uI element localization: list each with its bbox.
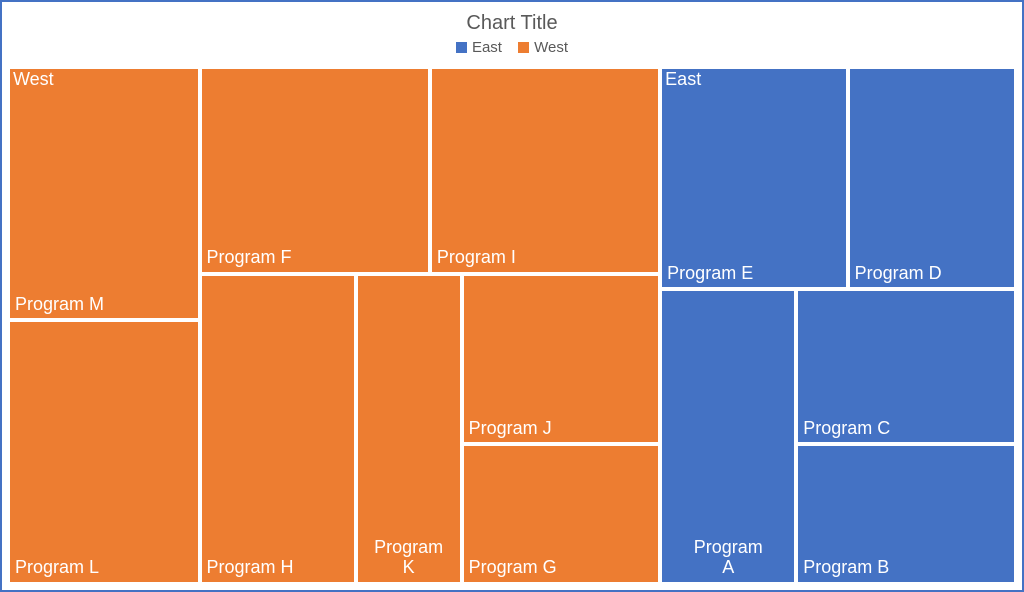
tile-program-i: Program I xyxy=(430,67,660,274)
legend-swatch-east xyxy=(456,42,467,53)
tile-program-c: Program C xyxy=(796,289,1016,444)
tile-label-program-b: Program B xyxy=(803,558,889,578)
treemap-chart: Chart Title East West West East Program … xyxy=(0,0,1024,592)
tile-label-program-a: Program A xyxy=(662,538,794,578)
tile-label-program-f: Program F xyxy=(207,248,292,268)
tile-program-e: Program E xyxy=(660,67,847,289)
legend-item-east: East xyxy=(456,39,502,56)
tile-label-program-h: Program H xyxy=(207,558,294,578)
tile-label-program-i: Program I xyxy=(437,248,516,268)
tile-label-program-c: Program C xyxy=(803,419,890,439)
tile-program-b: Program B xyxy=(796,444,1016,584)
plot-area: West East Program M Program L Program F … xyxy=(8,67,1016,584)
tile-program-j: Program J xyxy=(462,274,661,445)
chart-title: Chart Title xyxy=(2,2,1022,39)
tile-program-l: Program L xyxy=(8,320,200,584)
tile-label-program-e: Program E xyxy=(667,264,753,284)
tile-program-g: Program G xyxy=(462,444,661,584)
tile-label-program-l: Program L xyxy=(15,558,99,578)
legend: East West xyxy=(2,39,1022,67)
tile-program-d: Program D xyxy=(848,67,1016,289)
tile-program-a: Program A xyxy=(660,289,796,584)
legend-label-east: East xyxy=(472,39,502,56)
tile-program-f: Program F xyxy=(200,67,430,274)
legend-swatch-west xyxy=(518,42,529,53)
tile-label-program-d: Program D xyxy=(855,264,942,284)
tile-program-h: Program H xyxy=(200,274,356,584)
tile-program-k: Program K xyxy=(356,274,462,584)
tile-program-m: Program M xyxy=(8,67,200,320)
tile-label-program-k: Program K xyxy=(358,538,460,578)
legend-label-west: West xyxy=(534,39,568,56)
tile-label-program-g: Program G xyxy=(469,558,557,578)
tile-label-program-m: Program M xyxy=(15,295,104,315)
legend-item-west: West xyxy=(518,39,568,56)
tile-label-program-j: Program J xyxy=(469,419,552,439)
